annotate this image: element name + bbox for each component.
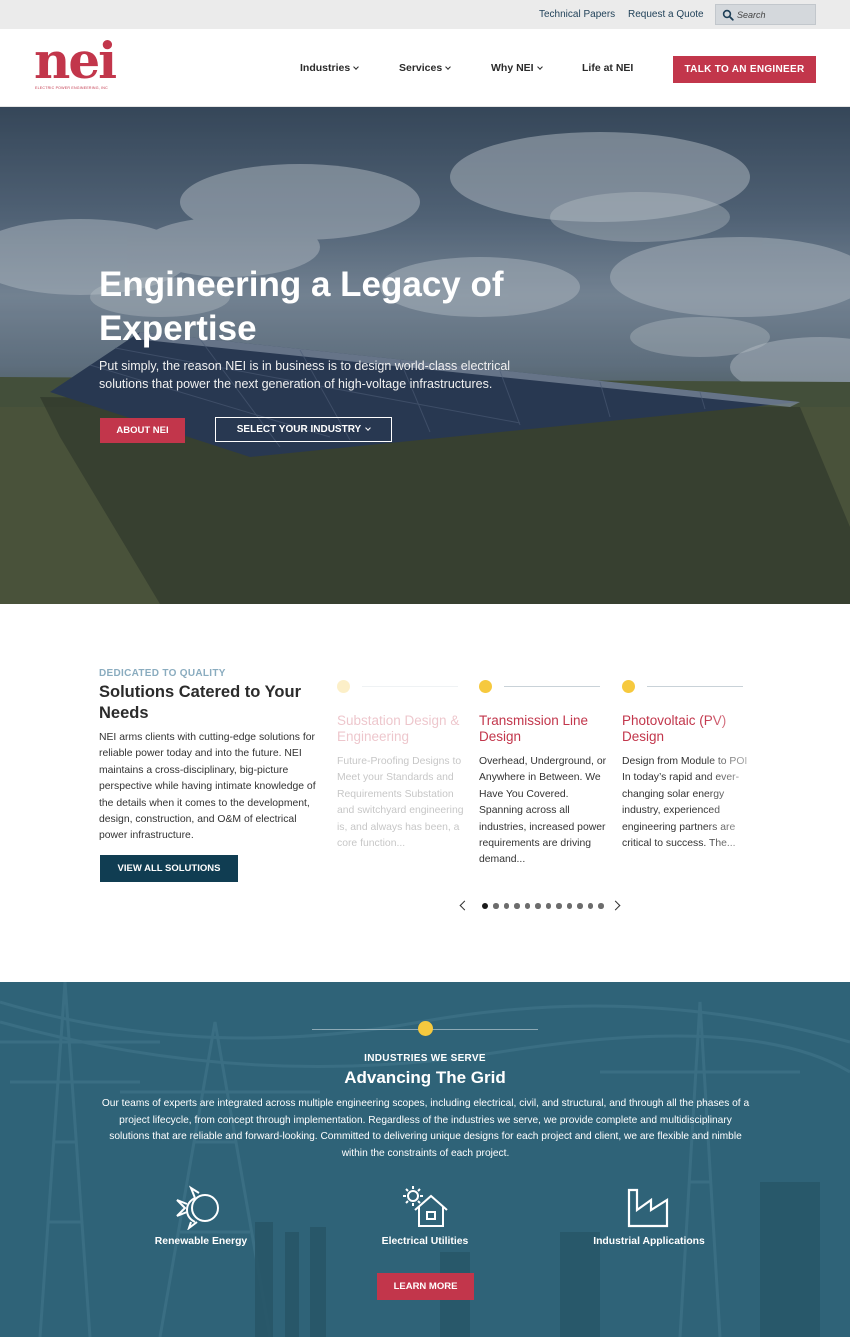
carousel-dot[interactable]	[482, 903, 488, 909]
section-marker-dot	[418, 1021, 433, 1036]
card-title[interactable]: Transmission Line Design	[479, 713, 615, 745]
solutions-title: Solutions Catered to Your Needs	[99, 683, 301, 722]
card-body: Overhead, Underground, or Anywhere in Be…	[479, 756, 607, 866]
nav-label: Industries	[300, 62, 351, 74]
industry-label: Electrical Utilities	[381, 1236, 469, 1247]
carousel-dot[interactable]	[524, 903, 530, 909]
solutions-body: NEI arms clients with cutting-edge solut…	[99, 732, 316, 842]
search-input[interactable]	[737, 7, 813, 22]
chevron-down-icon	[445, 64, 452, 70]
industry-industrial-applications[interactable]: Industrial Applications	[559, 1184, 739, 1247]
technical-papers-link[interactable]: Technical Papers	[539, 9, 615, 20]
view-all-solutions-button[interactable]: VIEW ALL SOLUTIONS	[100, 855, 238, 882]
carousel-dot[interactable]	[535, 903, 541, 909]
solutions-section: DEDICATED TO QUALITY Solutions Catered t…	[0, 604, 850, 982]
site-header: nei ELECTRIC POWER ENGINEERING, INC Indu…	[0, 29, 850, 107]
search-icon	[722, 9, 734, 21]
nei-logo[interactable]: nei ELECTRIC POWER ENGINEERING, INC	[34, 33, 118, 95]
nav-label: Why NEI	[491, 62, 534, 74]
card-marker-dot	[337, 680, 350, 693]
factory-icon	[627, 1188, 669, 1228]
card-divider	[362, 686, 458, 687]
hero-subtitle: Put simply, the reason NEI is in busines…	[99, 359, 511, 391]
carousel-dot[interactable]	[493, 903, 499, 909]
hero-section: Engineering a Legacy of Expertise Put si…	[0, 107, 850, 604]
select-industry-label: SELECT YOUR INDUSTRY	[236, 424, 362, 435]
carousel-dot[interactable]	[514, 903, 520, 909]
card-marker-dot	[479, 680, 492, 693]
industry-electrical-utilities[interactable]: Electrical Utilities	[335, 1184, 515, 1247]
nav-services[interactable]: Services	[399, 62, 452, 74]
electrical-utilities-icon	[403, 1186, 448, 1227]
card-body: Design from Module to POI In today’s rap…	[622, 756, 748, 850]
card-divider	[504, 686, 600, 687]
carousel-dot[interactable]	[587, 903, 593, 909]
nav-industries[interactable]: Industries	[300, 62, 360, 74]
carousel-prev-arrow-icon[interactable]	[459, 900, 470, 911]
search-box[interactable]	[715, 4, 816, 25]
card-divider	[647, 686, 743, 687]
chevron-down-icon	[365, 424, 372, 431]
carousel-dot[interactable]	[598, 903, 604, 909]
industry-label: Industrial Applications	[593, 1236, 705, 1247]
carousel-dot[interactable]	[566, 903, 572, 909]
carousel-dot[interactable]	[577, 903, 583, 909]
logo-wordmark: nei	[34, 31, 117, 90]
industry-label: Renewable Energy	[154, 1236, 248, 1247]
industries-title: Advancing The Grid	[344, 1068, 506, 1087]
industries-body: Our teams of experts are integrated acro…	[101, 1098, 750, 1159]
industries-kicker: INDUSTRIES WE SERVE	[364, 1053, 486, 1064]
card-body: Future-Proofing Designs to Meet your Sta…	[337, 756, 464, 850]
select-industry-button[interactable]: SELECT YOUR INDUSTRY	[215, 417, 392, 442]
about-nei-button[interactable]: ABOUT NEI	[100, 418, 185, 443]
carousel-dot[interactable]	[545, 903, 551, 909]
chevron-down-icon	[536, 64, 543, 70]
carousel-dots	[482, 903, 604, 909]
talk-to-engineer-button[interactable]: TALK TO AN ENGINEER	[673, 56, 816, 83]
request-quote-link[interactable]: Request a Quote	[628, 9, 704, 20]
learn-more-button[interactable]: LEARN MORE	[377, 1273, 474, 1300]
nav-label: Services	[399, 62, 443, 74]
industry-renewable-energy[interactable]: Renewable Energy	[111, 1184, 291, 1247]
industries-section: INDUSTRIES WE SERVE Advancing The Grid O…	[0, 982, 850, 1337]
solar-panel-field-image	[0, 107, 850, 604]
card-title[interactable]: Photovoltaic (PV) Design	[622, 713, 758, 745]
chevron-down-icon	[353, 64, 360, 70]
nav-why-nei[interactable]: Why NEI	[491, 62, 543, 74]
logo-tagline: ELECTRIC POWER ENGINEERING, INC	[35, 86, 108, 90]
nav-life-at-nei[interactable]: Life at NEI	[582, 62, 633, 74]
renewable-energy-icon	[176, 1185, 219, 1230]
card-title[interactable]: Substation Design & Engineering	[337, 713, 473, 745]
utility-bar: Technical Papers Request a Quote	[0, 0, 850, 29]
carousel-next-arrow-icon[interactable]	[610, 900, 621, 911]
solutions-kicker: DEDICATED TO QUALITY	[99, 668, 226, 679]
carousel-dot[interactable]	[556, 903, 562, 909]
hero-title: Engineering a Legacy of Expertise	[99, 265, 504, 348]
card-marker-dot	[622, 680, 635, 693]
nav-label: Life at NEI	[582, 62, 634, 74]
carousel-dot[interactable]	[503, 903, 509, 909]
